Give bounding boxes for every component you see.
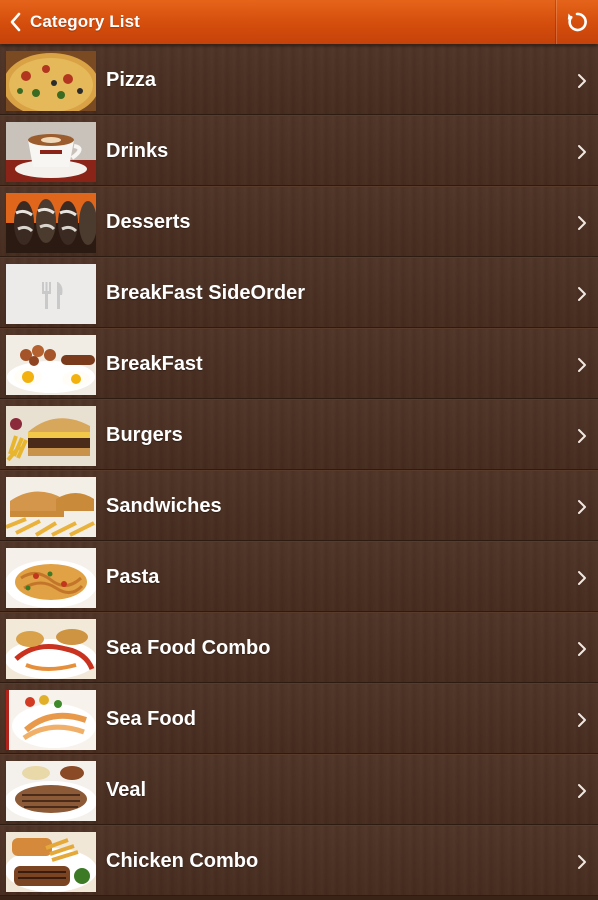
category-thumbnail — [6, 832, 96, 892]
category-thumbnail — [6, 477, 96, 537]
chevron-right-icon — [576, 570, 588, 586]
category-thumbnail — [6, 548, 96, 608]
category-row-chicken-combo[interactable]: Chicken Combo — [0, 825, 598, 896]
category-thumbnail — [6, 51, 96, 111]
chevron-right-icon — [576, 286, 588, 302]
refresh-button[interactable] — [555, 0, 598, 44]
category-row-drinks[interactable]: Drinks — [0, 115, 598, 186]
category-label: Pizza — [106, 69, 157, 91]
chevron-right-icon — [576, 357, 588, 373]
chevron-right-icon — [576, 144, 588, 160]
title-bar: Category List — [0, 0, 598, 44]
chevron-right-icon — [576, 499, 588, 515]
category-label: BreakFast SideOrder — [106, 282, 305, 304]
chevron-right-icon — [576, 854, 588, 870]
category-row-pizza[interactable]: Pizza — [0, 44, 598, 115]
category-row-veal[interactable]: Veal — [0, 754, 598, 825]
category-label: Burgers — [106, 424, 183, 446]
category-list: Pizza Drinks Desserts BreakFast SideOrder Br… — [0, 44, 598, 896]
category-thumbnail — [6, 264, 96, 324]
category-thumbnail — [6, 619, 96, 679]
chevron-right-icon — [576, 428, 588, 444]
chevron-right-icon — [576, 712, 588, 728]
category-label: Drinks — [106, 140, 169, 162]
chevron-left-icon — [0, 0, 30, 44]
category-row-breakfast[interactable]: BreakFast — [0, 328, 598, 399]
category-row-desserts[interactable]: Desserts — [0, 186, 598, 257]
chevron-right-icon — [576, 783, 588, 799]
chevron-right-icon — [576, 641, 588, 657]
category-label: Sandwiches — [106, 495, 222, 517]
category-thumbnail — [6, 122, 96, 182]
category-label: Sea Food — [106, 708, 197, 730]
category-row-sea-food-combo[interactable]: Sea Food Combo — [0, 612, 598, 683]
category-row-sea-food[interactable]: Sea Food — [0, 683, 598, 754]
category-row-burgers[interactable]: Burgers — [0, 399, 598, 470]
category-row-pasta[interactable]: Pasta — [0, 541, 598, 612]
page-title: Category List — [30, 12, 140, 31]
category-row-breakfast-sideorder[interactable]: BreakFast SideOrder — [0, 257, 598, 328]
category-label: Desserts — [106, 211, 191, 233]
category-label: Pasta — [106, 566, 160, 588]
category-label: Veal — [106, 779, 147, 801]
category-label: BreakFast — [106, 353, 203, 375]
category-thumbnail — [6, 761, 96, 821]
chevron-right-icon — [576, 215, 588, 231]
back-button[interactable]: Category List — [0, 0, 160, 44]
category-thumbnail — [6, 406, 96, 466]
category-thumbnail — [6, 335, 96, 395]
app-screen: Category List Pizza Drinks Desserts BreakFa… — [0, 0, 598, 900]
category-thumbnail — [6, 690, 96, 750]
category-row-sandwiches[interactable]: Sandwiches — [0, 470, 598, 541]
category-label: Chicken Combo — [106, 850, 259, 872]
chevron-right-icon — [576, 73, 588, 89]
category-thumbnail — [6, 193, 96, 253]
category-label: Sea Food Combo — [106, 637, 271, 659]
